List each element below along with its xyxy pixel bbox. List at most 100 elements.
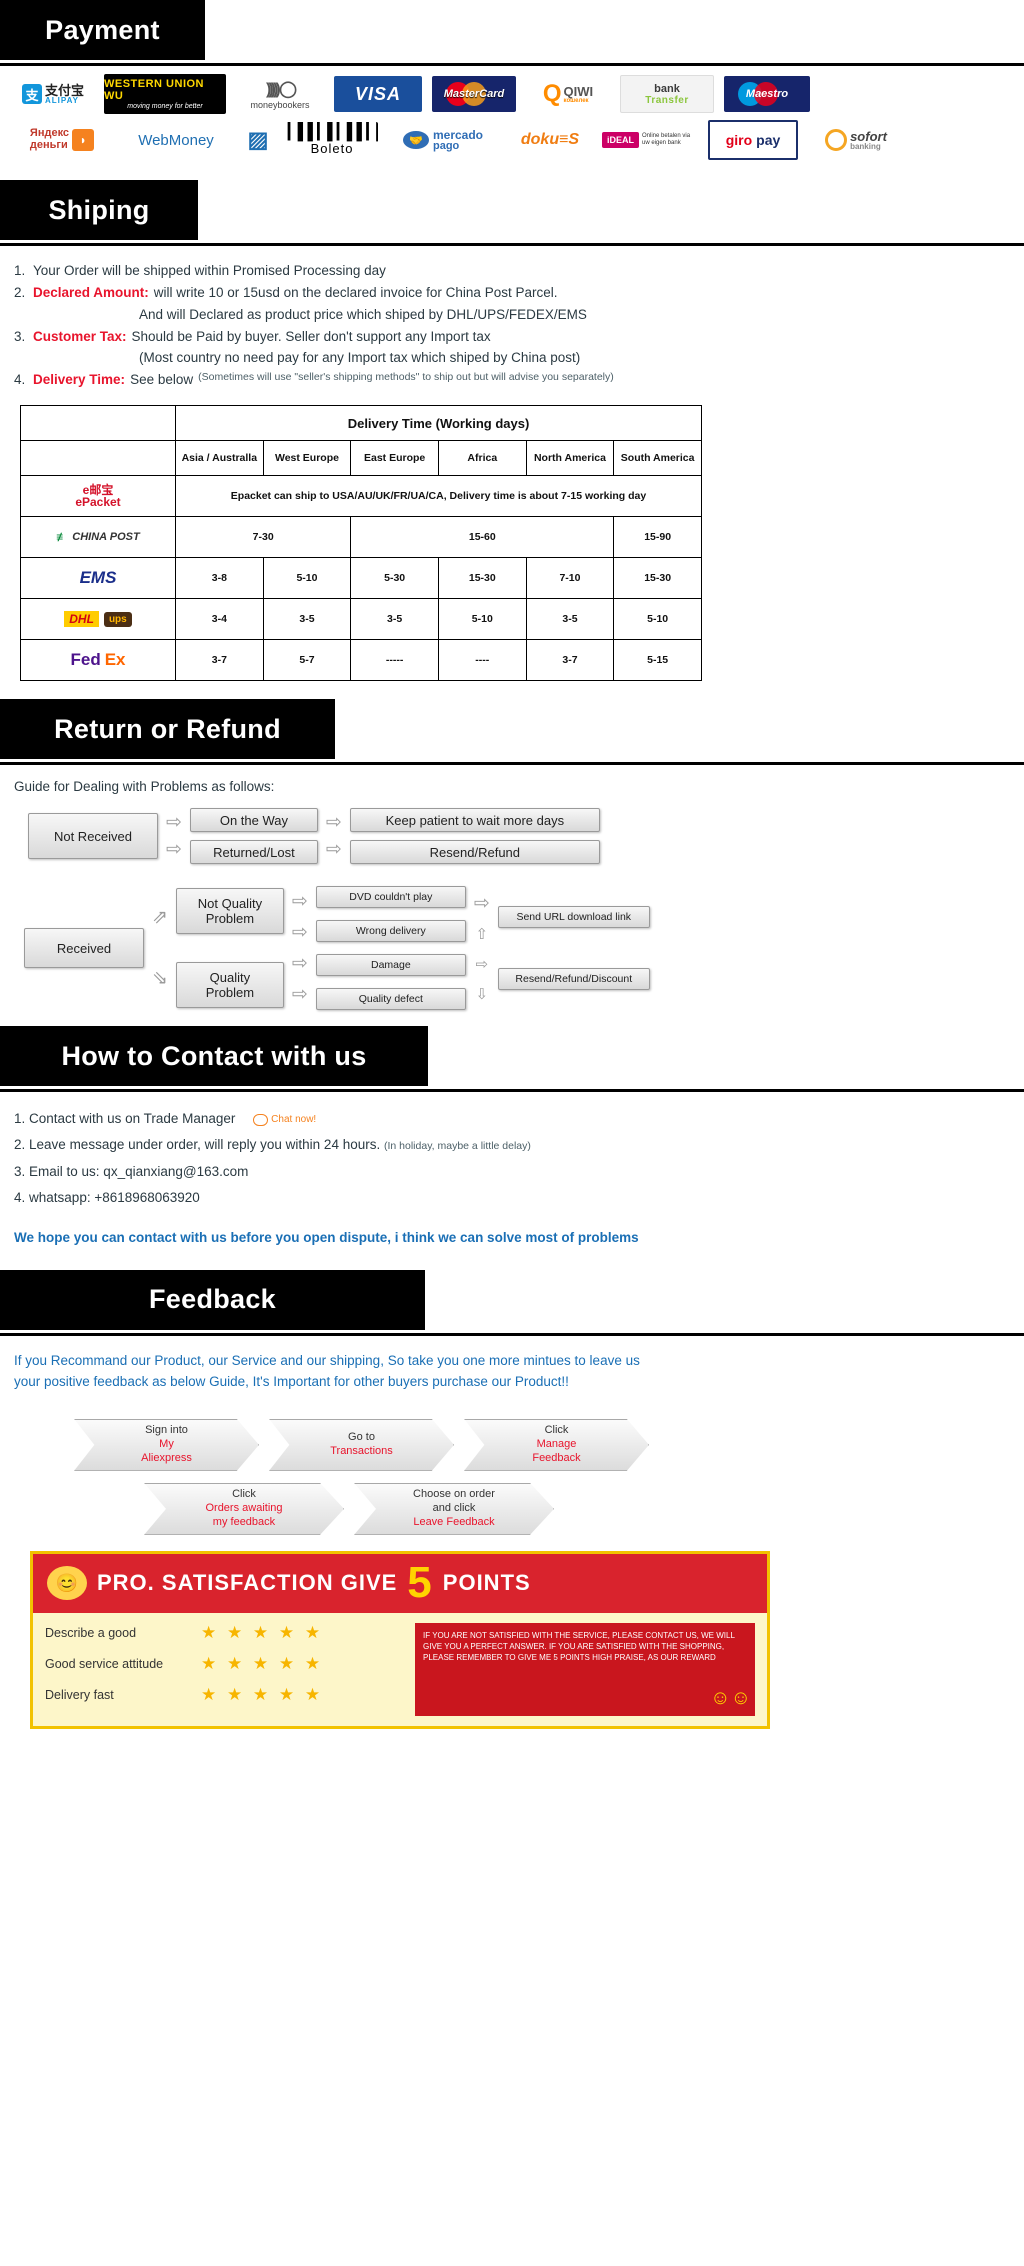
arrow-right-icon: ⇨ <box>291 984 308 1006</box>
carrier-ems-cell: EMS <box>20 557 176 600</box>
ideal-tagline: Online betalen via uw eigen bank <box>642 133 691 146</box>
region-header-2: West Europe <box>262 440 352 477</box>
payment-banner-box: Payment <box>0 0 205 60</box>
yandex-line2: деньги <box>29 139 68 151</box>
flow-node-resend-refund-discount: Resend/Refund/Discount <box>497 968 650 991</box>
flow-node-quality-problem: Quality Problem <box>175 962 284 1009</box>
arrow-down-icon: ⇩ <box>475 985 489 1003</box>
alipay-en: ALIPAY <box>44 95 79 105</box>
feedback-step-5-red: Leave Feedback <box>413 1515 495 1528</box>
flow-node-keep-patient: Keep patient to wait more days <box>349 808 600 833</box>
shipping-item-4-label: Delivery Time: <box>33 372 126 388</box>
carrier-fedex-cell: Fed Ex <box>20 639 176 682</box>
shipping-item-3-text: Should be Paid by buyer. Seller don't su… <box>131 328 491 344</box>
contact-item-1-text: Contact with us on Trade Manager <box>29 1111 236 1127</box>
chinapost-value-2: 15-60 <box>350 516 615 559</box>
mastercard-label: MasterCard <box>443 88 505 100</box>
mercado-handshake-glyph: 🤝 <box>402 131 429 149</box>
flow-final-nodes: Send URL download link Resend/Refund/Dis… <box>497 906 650 991</box>
qiwi-icon: Q QIWI кошелек <box>526 76 610 112</box>
rating-label-describe: Describe a good <box>45 1625 137 1640</box>
promo-points: POINTS <box>442 1570 531 1596</box>
return-title: Return or Refund <box>54 713 281 744</box>
ems-label: EMS <box>79 568 117 588</box>
fedex-value-3: ----- <box>350 639 439 682</box>
qiwi-label: QIWI <box>563 83 594 99</box>
table-row: ≢ CHINA POST 7-30 15-60 15-90 <box>20 516 702 559</box>
moneybookers-label: moneybookers <box>250 99 310 110</box>
flow-node-send-url-download-link: Send URL download link <box>497 906 650 929</box>
giropay-pay: pay <box>756 132 781 148</box>
sofort-icon: sofort banking <box>808 122 904 158</box>
flow-arrows-1: ⇨ ⇨ <box>166 813 182 859</box>
contact-hope-message: We hope you can contact with us before y… <box>14 1230 639 1246</box>
alipay-glyph: 支 <box>21 84 42 104</box>
arrow-right-icon: ⇨ <box>166 839 182 861</box>
shipping-banner: Shiping <box>0 180 1024 246</box>
payment-logos: 支 支付宝 ALIPAY WESTERN UNION WU moving mone… <box>0 66 1024 180</box>
payment-banner: Payment <box>0 0 1024 66</box>
shipping-item-3-label: Customer Tax: <box>33 328 127 344</box>
region-header-6: South America <box>613 440 702 477</box>
region-header-3: East Europe <box>350 440 439 477</box>
webmoney-icon: WebMoney <box>122 122 230 158</box>
feedback-steps-row-2: Click Orders awaiting my feedback Choose… <box>130 1482 1024 1535</box>
promo-headline: PRO. SATISFACTION GIVE <box>97 1570 398 1596</box>
dhl-value-4: 5-10 <box>437 598 527 641</box>
doku-label: doku≡S <box>520 131 580 148</box>
ems-value-1: 3-8 <box>175 557 264 600</box>
arrow-up-icon: ⇧ <box>475 925 489 943</box>
contact-title: How to Contact with us <box>61 1040 367 1071</box>
wu-line1: WESTERN UNION WU <box>104 78 204 102</box>
flow-node-not-quality-problem: Not Quality Problem <box>175 888 284 935</box>
dhl-value-1: 3-4 <box>175 598 264 641</box>
webmoney-mark-glyph: ▨ <box>247 127 269 152</box>
epacket-icon: e邮宝 ePacket <box>75 483 121 510</box>
table-row: e邮宝 ePacket Epacket can ship to USA/AU/U… <box>20 475 702 518</box>
arrow-right-icon: ⇨ <box>325 839 342 861</box>
delivery-table-title: Delivery Time (Working days) <box>175 405 702 442</box>
arrow-right-icon: ⇨ <box>475 955 489 973</box>
flow-branch-received: Received ⇗ ⇘ Not Quality Problem Quality… <box>24 886 1010 1011</box>
feedback-banner-box: Feedback <box>0 1269 425 1330</box>
return-flowchart: Guide for Dealing with Problems as follo… <box>0 765 1024 1026</box>
contact-item-4-num: 4. <box>14 1190 26 1206</box>
alipay-cn: 支付宝 <box>44 82 84 98</box>
feedback-step-5-top: Choose on order and click <box>413 1488 495 1515</box>
chat-now-button[interactable]: Chat now! <box>253 1110 316 1130</box>
contact-item-4: 4. whatsapp: +8618968063920 <box>14 1185 1010 1211</box>
flow-branch-not-received: Not Received ⇨ ⇨ On the Way Returned/Los… <box>28 808 1010 865</box>
ems-icon: EMS <box>23 564 173 592</box>
bank-line1: bank <box>654 82 680 95</box>
smileys-icon: ☺☺ <box>710 1686 751 1709</box>
contact-whatsapp: whatsapp: +8618968063920 <box>29 1190 200 1206</box>
bank-transfer-icon: bank Transfer <box>620 75 714 113</box>
ideal-icon: iDEAL Online betalen via uw eigen bank <box>602 122 698 158</box>
promo-note-body: IF YOU ARE NOT SATISFIED WITH THE SERVIC… <box>423 1630 735 1662</box>
feedback-step-2-top: Go to <box>348 1431 375 1444</box>
sofort-ring <box>825 129 848 151</box>
feedback-step-orders-awaiting: Click Orders awaiting my feedback <box>144 1482 344 1535</box>
flow-mid-nodes-1: On the Way Returned/Lost <box>189 808 318 865</box>
feedback-step-leave-feedback: Choose on order and click Leave Feedback <box>354 1482 554 1535</box>
feedback-step-4-red: Orders awaiting my feedback <box>205 1502 283 1528</box>
contact-item-1: 1. Contact with us on Trade Manager Chat… <box>14 1106 1010 1132</box>
carrier-dhl-ups-cell: DHL ups <box>20 598 176 641</box>
table-row: DHL ups 3-4 3-5 3-5 5-10 3-5 5-10 <box>20 598 702 641</box>
arrow-right-icon: ⇨ <box>291 891 308 913</box>
chinapost-value-1: 7-30 <box>174 516 352 559</box>
fedex-value-2: 5-7 <box>262 639 352 682</box>
stars-icon: ★ ★ ★ ★ ★ <box>201 1653 324 1673</box>
flow-node-quality-defect: Quality defect <box>315 988 466 1011</box>
shipping-item-4-num: 4. <box>14 372 26 388</box>
qiwi-sub: кошелек <box>563 97 589 104</box>
promo-note-text: IF YOU ARE NOT SATISFIED WITH THE SERVIC… <box>415 1622 755 1716</box>
shipping-item-4-text: See below <box>130 372 194 388</box>
shipping-item-3-cont: (Most country no need pay for any Import… <box>14 347 1010 369</box>
stars-icon: ★ ★ ★ ★ ★ <box>201 1622 324 1642</box>
china-post-icon: ≢ CHINA POST <box>56 530 140 545</box>
carrier-chinapost-cell: ≢ CHINA POST <box>20 516 176 559</box>
shipping-item-3-num: 3. <box>14 328 26 344</box>
shipping-item-4: 4. Delivery Time: See below (Sometimes w… <box>14 369 1010 391</box>
shipping-item-1: 1. Your Order will be shipped within Pro… <box>14 260 1010 282</box>
